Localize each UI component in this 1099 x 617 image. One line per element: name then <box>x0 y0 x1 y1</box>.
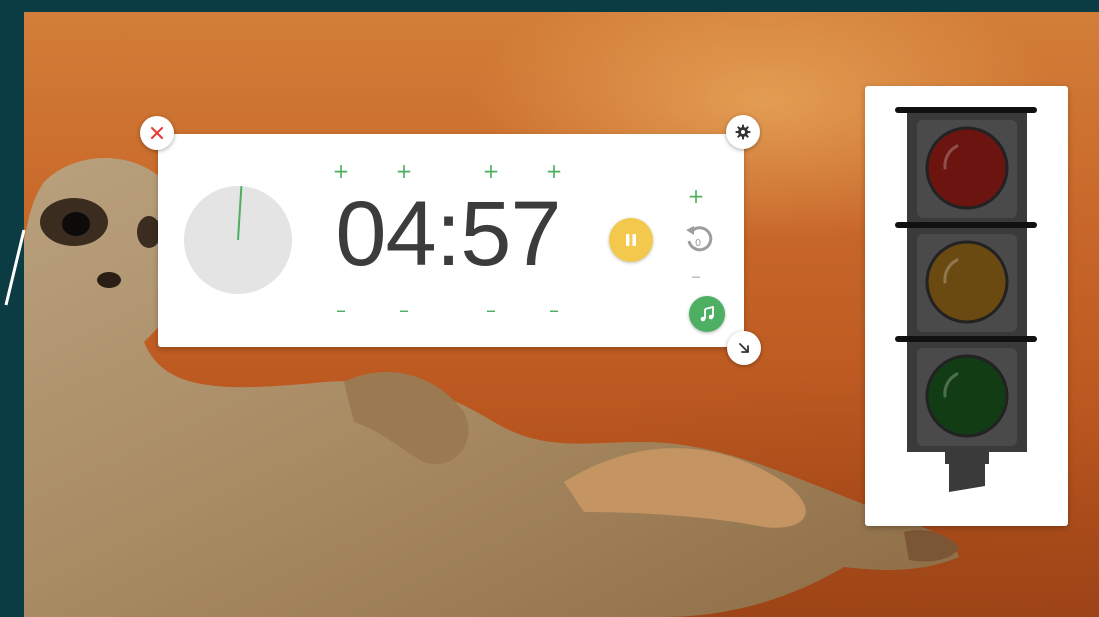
traffic-light <box>895 107 1037 492</box>
resize-icon <box>739 343 749 353</box>
settings-button[interactable] <box>726 115 760 149</box>
music-button[interactable] <box>689 296 725 332</box>
red-lamp[interactable] <box>925 126 1009 210</box>
close-icon <box>151 127 163 139</box>
traffic-light-widget <box>865 86 1068 526</box>
reset-icon: 0 <box>686 226 713 252</box>
resize-handle[interactable] <box>727 331 761 365</box>
amber-lamp[interactable] <box>925 240 1009 324</box>
minutes-ones-decrement[interactable]: – <box>393 299 415 321</box>
reset-decrement[interactable]: – <box>685 265 707 287</box>
timer-widget: + + + + 04:57 – – – – + 0 – <box>158 134 744 347</box>
minutes-tens-decrement[interactable]: – <box>330 299 352 321</box>
dial-progress <box>237 186 243 241</box>
seconds-tens-decrement[interactable]: – <box>480 299 502 321</box>
svg-text:0: 0 <box>695 238 701 249</box>
green-lamp[interactable] <box>925 354 1009 438</box>
seconds-ones-decrement[interactable]: – <box>543 299 565 321</box>
gear-icon <box>735 124 751 140</box>
close-button[interactable] <box>140 116 174 150</box>
reset-button[interactable]: 0 <box>678 220 718 258</box>
pause-icon <box>626 234 636 246</box>
reset-increment[interactable]: + <box>685 185 707 207</box>
slash-decoration <box>4 229 26 306</box>
pause-button[interactable] <box>609 218 653 262</box>
music-icon <box>700 306 714 322</box>
timer-display: 04:57 <box>335 183 561 285</box>
timer-dial <box>184 186 292 294</box>
